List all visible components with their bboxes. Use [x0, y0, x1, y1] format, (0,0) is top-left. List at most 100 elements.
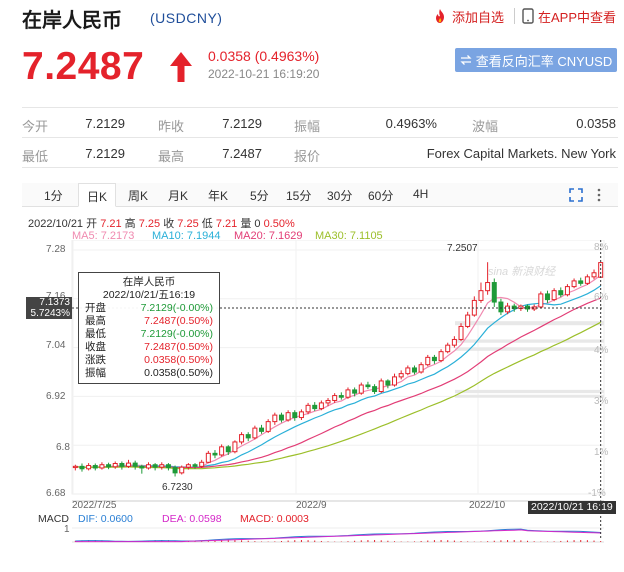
- tab-daily[interactable]: 日K: [78, 183, 117, 207]
- header: 在岸人民币 (USDCNY) 添加自选 在APP中查看: [0, 0, 624, 34]
- candle: [145, 462, 151, 470]
- candle-body: [505, 305, 511, 313]
- candle-body: [252, 427, 258, 439]
- ohlc-pct: 0.50%: [263, 218, 295, 230]
- tab-monthly[interactable]: 月K: [168, 187, 188, 204]
- macd-dif: DIF: 0.0600: [78, 513, 133, 525]
- fullscreen-icon[interactable]: [569, 188, 583, 202]
- candle: [172, 465, 178, 477]
- tab-yearly[interactable]: 年K: [208, 187, 228, 204]
- candle: [498, 298, 504, 316]
- tooltip-row: 最低 7.2129(-0.00%): [83, 328, 215, 341]
- candle: [425, 354, 431, 367]
- stat-value: Forex Capital Markets. New York: [426, 146, 616, 161]
- open-in-app-button[interactable]: 在APP中查看: [522, 6, 616, 26]
- candle-body: [392, 376, 398, 386]
- add-watchlist-button[interactable]: 添加自选: [432, 6, 504, 26]
- candle-body: [372, 386, 378, 393]
- candle-body: [265, 421, 271, 432]
- candle-body: [571, 280, 577, 288]
- pct-tick: 4%: [594, 345, 609, 356]
- candle: [438, 349, 444, 363]
- candle-body: [159, 464, 165, 468]
- tab-weekly[interactable]: 周K: [128, 187, 148, 204]
- page-title: 在岸人民币: [22, 10, 122, 32]
- price-band: [455, 347, 604, 351]
- candle: [318, 400, 324, 411]
- candle-body: [498, 301, 504, 313]
- candle: [278, 412, 284, 423]
- candle: [86, 463, 92, 471]
- candle: [345, 387, 351, 399]
- macd-y-tick: 1: [64, 524, 70, 535]
- candle-body: [272, 414, 278, 423]
- price-band: [455, 321, 604, 326]
- candle: [378, 378, 384, 394]
- candle-body: [239, 434, 245, 443]
- x-tick: 2022/7/25: [72, 500, 117, 511]
- header-divider: [514, 8, 515, 24]
- candle: [445, 342, 451, 354]
- candle-body: [378, 380, 384, 393]
- candle: [92, 463, 98, 471]
- candle-body: [225, 446, 231, 453]
- open-in-app-label: 在APP中查看: [538, 9, 617, 25]
- candle: [458, 323, 464, 342]
- tooltip-row: 最高 7.2487(0.50%): [83, 315, 215, 328]
- macd-dea-line: [75, 529, 601, 543]
- candle-body: [358, 384, 364, 394]
- tab-30min[interactable]: 30分: [327, 187, 352, 204]
- candle-body: [445, 344, 451, 353]
- candle-body: [345, 389, 351, 398]
- quote-timestamp: 2022-10-21 16:19:20: [208, 67, 320, 81]
- price-band: [455, 394, 604, 398]
- candle: [312, 402, 318, 412]
- candle: [398, 370, 404, 380]
- macd-panel: [72, 527, 604, 543]
- tooltip-value: 7.2129(-0.00%): [140, 302, 213, 314]
- tab-5min[interactable]: 5分: [250, 187, 269, 204]
- stat-label: 最高: [158, 149, 185, 164]
- candle-body: [332, 395, 338, 401]
- candle-body: [411, 367, 417, 373]
- candle-body: [431, 356, 437, 362]
- candle-body: [132, 462, 138, 467]
- candle: [478, 282, 484, 303]
- tab-15min[interactable]: 15分: [286, 187, 311, 204]
- stat-value: 7.2129: [85, 146, 125, 161]
- ohlc-open: 7.21: [100, 218, 122, 230]
- candle: [332, 393, 338, 403]
- more-options-icon[interactable]: [596, 188, 602, 202]
- candle-body: [79, 465, 85, 470]
- candle-body: [245, 434, 251, 439]
- tab-4h[interactable]: 4H: [413, 187, 428, 201]
- tooltip-row: 开盘 7.2129(-0.00%): [83, 302, 215, 315]
- y-tick: 6.8: [56, 442, 70, 453]
- candle-body: [544, 293, 550, 301]
- max-price-label: 7.2507: [447, 243, 478, 254]
- candle-body: [352, 389, 358, 394]
- tooltip-row: 收盘 7.2487(0.50%): [83, 341, 215, 354]
- candle-body: [72, 465, 78, 469]
- candle: [252, 425, 258, 440]
- candle-body: [578, 280, 584, 284]
- candle: [405, 365, 411, 376]
- candle-body: [398, 373, 404, 378]
- candle: [591, 269, 597, 280]
- y-tick: 7.04: [46, 340, 66, 351]
- candle-body: [551, 290, 557, 301]
- pct-tick: -1%: [588, 488, 606, 499]
- candle: [365, 381, 371, 390]
- candle: [491, 278, 497, 307]
- candle: [232, 440, 238, 454]
- tab-60min[interactable]: 60分: [368, 187, 393, 204]
- candle: [245, 432, 251, 442]
- tooltip-value: 0.0358(0.50%): [144, 367, 213, 379]
- candle: [259, 424, 265, 434]
- reverse-rate-button[interactable]: 查看反向汇率 CNYUSD: [455, 48, 617, 72]
- candle-body: [365, 384, 371, 388]
- tab-1min[interactable]: 1分: [44, 187, 63, 204]
- candle: [451, 336, 457, 348]
- macd-dea: DEA: 0.0598: [162, 513, 222, 525]
- candle: [126, 459, 132, 468]
